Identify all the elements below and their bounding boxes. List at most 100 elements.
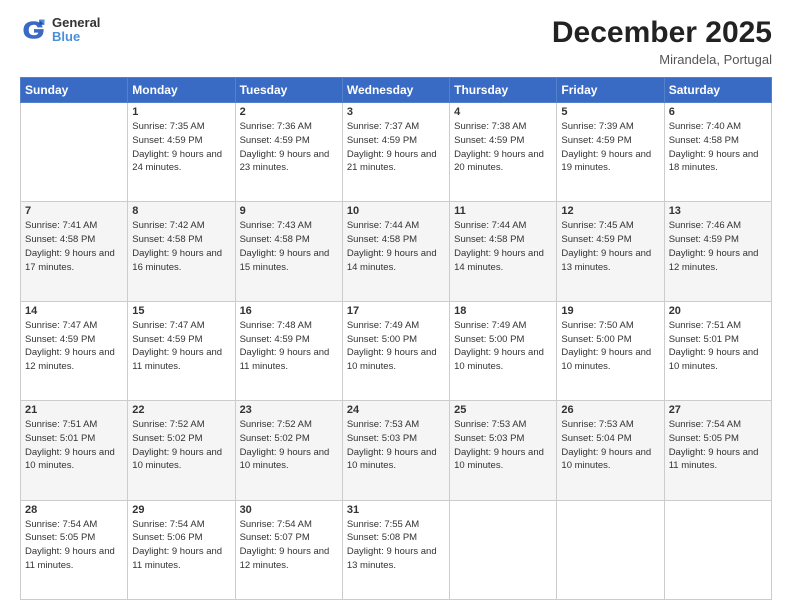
daylight-text: Daylight: 9 hours and 11 minutes. [25,546,115,571]
calendar-week-row: 1Sunrise: 7:35 AMSunset: 4:59 PMDaylight… [21,103,772,202]
day-number: 16 [240,305,338,317]
logo-line1: General [52,16,100,30]
sunset-text: Sunset: 5:03 PM [347,433,417,444]
day-info: Sunrise: 7:42 AMSunset: 4:58 PMDaylight:… [132,219,230,274]
daylight-text: Daylight: 9 hours and 19 minutes. [561,149,651,174]
daylight-text: Daylight: 9 hours and 14 minutes. [454,248,544,273]
sunset-text: Sunset: 4:58 PM [132,234,202,245]
day-number: 22 [132,404,230,416]
day-info: Sunrise: 7:49 AMSunset: 5:00 PMDaylight:… [347,319,445,374]
sunrise-text: Sunrise: 7:40 AM [669,121,741,132]
sunset-text: Sunset: 4:59 PM [561,234,631,245]
sunset-text: Sunset: 5:02 PM [132,433,202,444]
month-title: December 2025 [552,16,772,50]
calendar-header-sunday: Sunday [21,78,128,103]
calendar-cell: 14Sunrise: 7:47 AMSunset: 4:59 PMDayligh… [21,301,128,400]
sunset-text: Sunset: 5:01 PM [25,433,95,444]
daylight-text: Daylight: 9 hours and 10 minutes. [669,347,759,372]
calendar-cell: 20Sunrise: 7:51 AMSunset: 5:01 PMDayligh… [664,301,771,400]
daylight-text: Daylight: 9 hours and 10 minutes. [132,447,222,472]
sunrise-text: Sunrise: 7:47 AM [25,320,97,331]
daylight-text: Daylight: 9 hours and 10 minutes. [454,347,544,372]
day-number: 18 [454,305,552,317]
daylight-text: Daylight: 9 hours and 11 minutes. [240,347,330,372]
daylight-text: Daylight: 9 hours and 23 minutes. [240,149,330,174]
day-info: Sunrise: 7:36 AMSunset: 4:59 PMDaylight:… [240,120,338,175]
calendar-cell: 24Sunrise: 7:53 AMSunset: 5:03 PMDayligh… [342,401,449,500]
sunrise-text: Sunrise: 7:54 AM [25,519,97,530]
day-number: 8 [132,205,230,217]
daylight-text: Daylight: 9 hours and 18 minutes. [669,149,759,174]
day-number: 11 [454,205,552,217]
location: Mirandela, Portugal [552,52,772,67]
sunrise-text: Sunrise: 7:52 AM [240,419,312,430]
calendar-week-row: 14Sunrise: 7:47 AMSunset: 4:59 PMDayligh… [21,301,772,400]
calendar-cell: 12 Sunrise: 7:45 AMSunset: 4:59 PMDayligh… [557,202,664,301]
calendar-cell [450,500,557,599]
day-info: Sunrise: 7:35 AMSunset: 4:59 PMDaylight:… [132,120,230,175]
day-info: Sunrise: 7:46 AMSunset: 4:59 PMDaylight:… [669,219,767,274]
calendar-cell: 9Sunrise: 7:43 AMSunset: 4:58 PMDaylight… [235,202,342,301]
daylight-text: Daylight: 9 hours and 10 minutes. [347,347,437,372]
day-info: Sunrise: 7:54 AMSunset: 5:07 PMDaylight:… [240,518,338,573]
day-number: 31 [347,504,445,516]
calendar-table: SundayMondayTuesdayWednesdayThursdayFrid… [20,77,772,600]
daylight-text: Daylight: 9 hours and 10 minutes. [347,447,437,472]
calendar-cell: 2Sunrise: 7:36 AMSunset: 4:59 PMDaylight… [235,103,342,202]
sunrise-text: Sunrise: 7:46 AM [669,220,741,231]
sunset-text: Sunset: 5:01 PM [669,334,739,345]
calendar-header-tuesday: Tuesday [235,78,342,103]
calendar-cell: 19Sunrise: 7:50 AMSunset: 5:00 PMDayligh… [557,301,664,400]
sunset-text: Sunset: 4:59 PM [454,135,524,146]
sunrise-text: Sunrise: 7:42 AM [132,220,204,231]
sunrise-text: Sunrise: 7:44 AM [454,220,526,231]
calendar-cell: 8Sunrise: 7:42 AMSunset: 4:58 PMDaylight… [128,202,235,301]
sunrise-text: Sunrise: 7:54 AM [240,519,312,530]
daylight-text: Daylight: 9 hours and 10 minutes. [25,447,115,472]
daylight-text: Daylight: 9 hours and 10 minutes. [240,447,330,472]
sunset-text: Sunset: 4:59 PM [240,334,310,345]
sunrise-text: Sunrise: 7:52 AM [132,419,204,430]
day-number: 6 [669,106,767,118]
day-info: Sunrise: 7:55 AMSunset: 5:08 PMDaylight:… [347,518,445,573]
sunset-text: Sunset: 5:00 PM [347,334,417,345]
day-info: Sunrise: 7:40 AMSunset: 4:58 PMDaylight:… [669,120,767,175]
day-number: 17 [347,305,445,317]
daylight-text: Daylight: 9 hours and 10 minutes. [454,447,544,472]
sunrise-text: Sunrise: 7:48 AM [240,320,312,331]
day-number: 20 [669,305,767,317]
sunset-text: Sunset: 4:58 PM [454,234,524,245]
day-info: Sunrise: 7:52 AM Sunset: 5:02 PM Daylight:… [132,418,230,473]
day-info: Sunrise: 7:37 AMSunset: 4:59 PMDaylight:… [347,120,445,175]
calendar-cell: 17 Sunrise: 7:49 AMSunset: 5:00 PMDayligh… [342,301,449,400]
day-info: Sunrise: 7:47 AMSunset: 4:59 PMDaylight:… [132,319,230,374]
day-number: 12 [561,205,659,217]
day-number: 7 [25,205,123,217]
sunset-text: Sunset: 4:59 PM [240,135,310,146]
day-number: 5 [561,106,659,118]
sunset-text: Sunset: 5:05 PM [669,433,739,444]
daylight-text: Daylight: 9 hours and 11 minutes. [669,447,759,472]
sunset-text: Sunset: 5:08 PM [347,532,417,543]
calendar-cell: 7Sunrise: 7:41 AMSunset: 4:58 PMDaylight… [21,202,128,301]
sunrise-text: Sunrise: 7:38 AM [454,121,526,132]
calendar-cell: 1Sunrise: 7:35 AMSunset: 4:59 PMDaylight… [128,103,235,202]
day-info: Sunrise: 7:49 AMSunset: 5:00 PMDaylight:… [454,319,552,374]
logo-line2: Blue [52,30,100,44]
sunset-text: Sunset: 4:59 PM [132,135,202,146]
daylight-text: Daylight: 9 hours and 17 minutes. [25,248,115,273]
day-info: Sunrise: 7:45 AMSunset: 4:59 PMDaylight:… [561,219,659,274]
day-number: 19 [561,305,659,317]
sunrise-text: Sunrise: 7:37 AM [347,121,419,132]
daylight-text: Daylight: 9 hours and 11 minutes. [132,546,222,571]
calendar-cell: 26Sunrise: 7:53 AMSunset: 5:04 PMDayligh… [557,401,664,500]
day-number: 15 [132,305,230,317]
day-number: 25 [454,404,552,416]
calendar-cell: 3Sunrise: 7:37 AMSunset: 4:59 PMDaylight… [342,103,449,202]
daylight-text: Daylight: 9 hours and 13 minutes. [561,248,651,273]
sunrise-text: Sunrise: 7:39 AM [561,121,633,132]
calendar-cell: 5Sunrise: 7:39 AMSunset: 4:59 PMDaylight… [557,103,664,202]
day-info: Sunrise: 7:44 AMSunset: 4:58 PMDaylight:… [347,219,445,274]
daylight-text: Daylight: 9 hours and 24 minutes. [132,149,222,174]
calendar-header-friday: Friday [557,78,664,103]
